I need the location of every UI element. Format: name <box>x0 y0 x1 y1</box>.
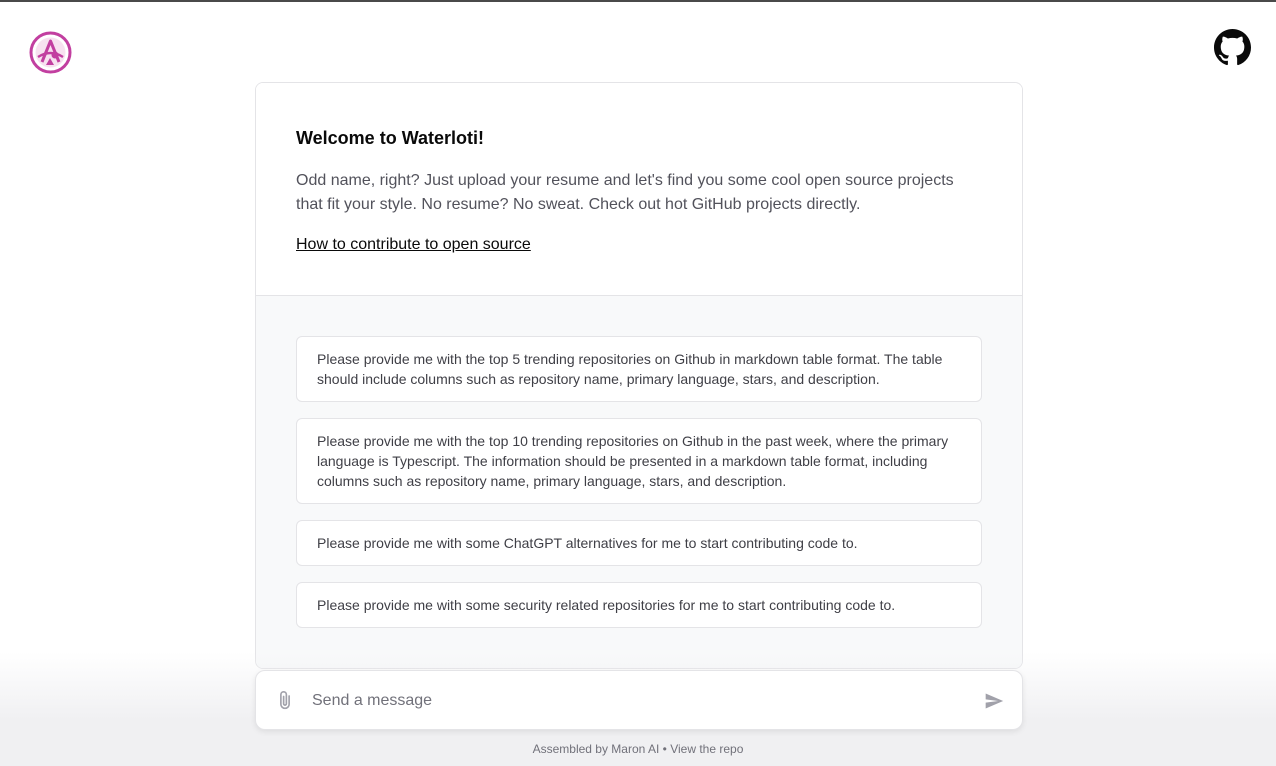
footer-separator: • <box>662 742 667 756</box>
welcome-title: Welcome to Waterloti! <box>296 128 485 148</box>
example-prompt-4[interactable]: Please provide me with some security rel… <box>296 582 982 628</box>
message-input[interactable] <box>312 685 962 717</box>
footer: Assembled by Maron AI • View the repo <box>0 742 1276 756</box>
message-composer <box>255 670 1023 730</box>
footer-credit: Assembled by Maron AI <box>532 742 660 756</box>
example-prompts: Please provide me with the top 5 trendin… <box>256 296 1022 668</box>
contribute-guide-link[interactable]: How to contribute to open source <box>296 236 531 253</box>
example-prompt-3[interactable]: Please provide me with some ChatGPT alte… <box>296 520 982 566</box>
example-prompt-1[interactable]: Please provide me with the top 5 trendin… <box>296 336 982 402</box>
example-prompt-2[interactable]: Please provide me with the top 10 trendi… <box>296 418 982 504</box>
send-icon[interactable] <box>984 691 1004 711</box>
welcome-description: Odd name, right? Just upload your resume… <box>296 172 954 213</box>
window-top-border <box>0 0 1276 2</box>
paperclip-icon[interactable] <box>274 690 296 712</box>
view-repo-link[interactable]: View the repo <box>670 742 743 756</box>
github-icon[interactable] <box>1214 29 1251 66</box>
welcome-card: Welcome to Waterloti! Odd name, right? J… <box>255 82 1023 669</box>
waterloti-logo-icon[interactable] <box>29 31 72 74</box>
welcome-section: Welcome to Waterloti! Odd name, right? J… <box>256 83 1022 296</box>
